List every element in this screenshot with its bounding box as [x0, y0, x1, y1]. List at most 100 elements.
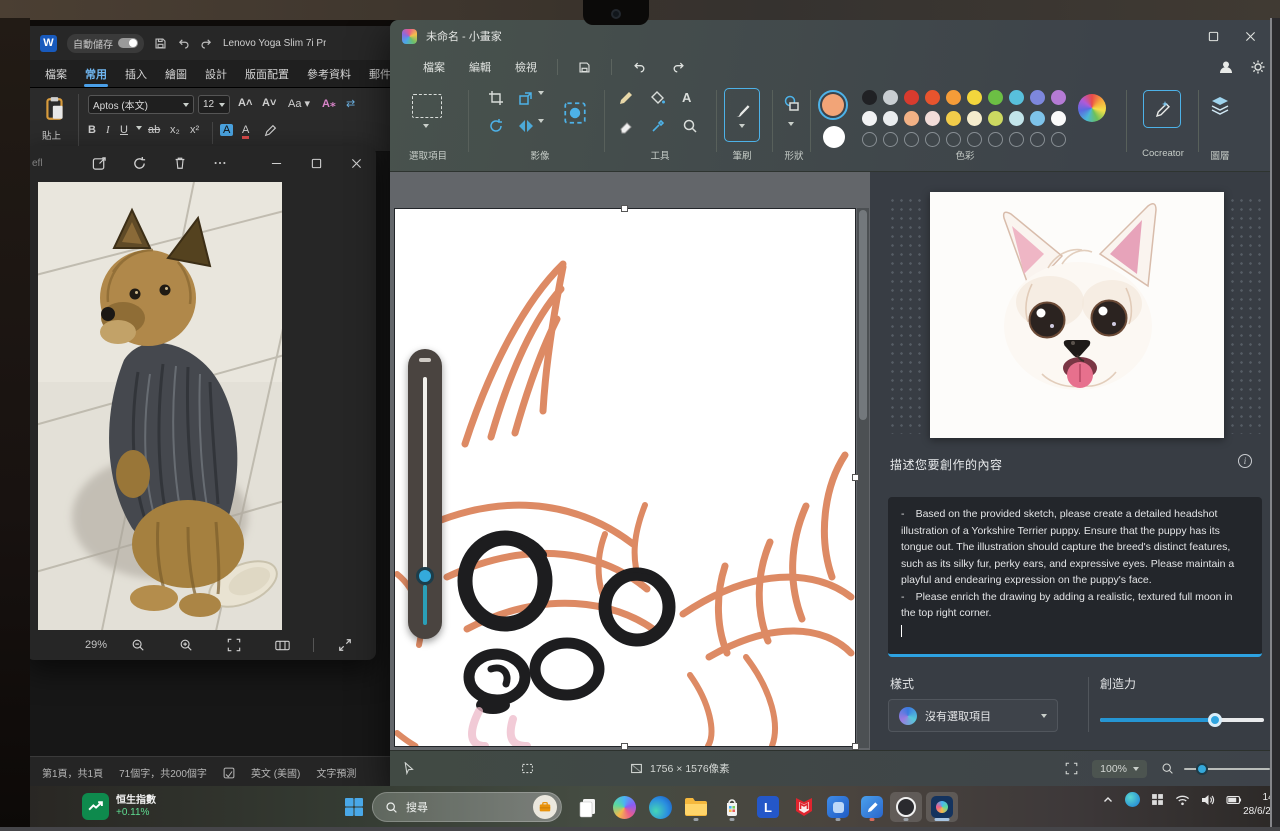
empty-color-slot[interactable]	[925, 132, 940, 147]
word-tab[interactable]: 版面配置	[236, 61, 298, 87]
zoom-out-icon[interactable]	[1161, 762, 1174, 775]
word-word-count[interactable]: 71個字，共200個字	[119, 765, 207, 780]
taskbar-app-photos[interactable]	[822, 792, 854, 822]
settings-gear-icon[interactable]	[1250, 59, 1266, 75]
superscript-icon[interactable]: x²	[190, 124, 199, 136]
color-swatch[interactable]	[883, 90, 898, 105]
italic-icon[interactable]: I	[106, 124, 110, 136]
word-text-predictions[interactable]: 文字預測	[316, 765, 356, 780]
empty-color-slot[interactable]	[1009, 132, 1024, 147]
text-tool-icon[interactable]: A	[682, 90, 691, 105]
filmstrip-icon[interactable]	[265, 632, 299, 658]
color-swatch[interactable]	[967, 111, 982, 126]
word-language[interactable]: 英文 (美國)	[251, 765, 300, 780]
autosave-switch-icon[interactable]	[118, 38, 138, 48]
color-swatch[interactable]	[1009, 90, 1024, 105]
close-icon[interactable]	[1245, 31, 1256, 42]
empty-color-slot[interactable]	[862, 132, 877, 147]
clear-format-icon[interactable]: A⁎	[322, 97, 336, 110]
selection-tool-icon[interactable]	[412, 94, 442, 118]
fullscreen-icon[interactable]	[328, 632, 362, 658]
taskbar-app-paint[interactable]	[856, 792, 888, 822]
paste-icon[interactable]	[44, 96, 66, 122]
cocreator-button[interactable]	[1143, 90, 1181, 128]
word-tab[interactable]: 常用	[76, 61, 116, 87]
shapes-chevron-icon[interactable]	[788, 126, 794, 144]
zoom-level-dropdown[interactable]: 100%	[1092, 760, 1147, 778]
tray-app-icon[interactable]	[1151, 793, 1164, 806]
word-tab[interactable]: 插入	[116, 61, 156, 87]
empty-color-slot[interactable]	[904, 132, 919, 147]
grow-font-icon[interactable]: A˄	[238, 97, 252, 109]
resize-icon[interactable]	[518, 90, 534, 106]
color-swatch[interactable]	[1009, 111, 1024, 126]
image-options-icon[interactable]	[562, 100, 588, 126]
maximize-icon[interactable]	[296, 150, 336, 176]
subscript-icon[interactable]: x₂	[170, 124, 180, 136]
paint-menu-item[interactable]: 編輯	[457, 55, 503, 79]
taskbar-app-mcafee[interactable]	[788, 792, 820, 822]
color-swatch[interactable]	[904, 90, 919, 105]
selected-color-swatch[interactable]	[818, 90, 848, 120]
empty-color-slot[interactable]	[1030, 132, 1045, 147]
edit-image-icon[interactable]	[83, 150, 117, 176]
shrink-font-icon[interactable]: A˅	[262, 97, 276, 109]
magnifier-tool-icon[interactable]	[682, 118, 698, 134]
word-tab[interactable]: 參考資料	[298, 61, 360, 87]
canvas-resize-handle-right[interactable]	[852, 474, 859, 481]
taskbar-app-snipping-tool[interactable]	[890, 792, 922, 822]
word-tab[interactable]: 繪圖	[156, 61, 196, 87]
word-tab[interactable]: 檔案	[36, 61, 76, 87]
edit-colors-icon[interactable]	[1078, 94, 1106, 122]
color-swatch[interactable]	[946, 90, 961, 105]
undo-icon[interactable]	[620, 56, 658, 78]
start-button[interactable]	[344, 797, 364, 817]
more-options-icon[interactable]	[203, 150, 237, 176]
color-swatch[interactable]	[883, 111, 898, 126]
zoom-slider-handle[interactable]	[1196, 763, 1208, 775]
change-case-icon[interactable]: Aa ▾	[288, 97, 310, 110]
zoom-in-icon[interactable]	[169, 632, 203, 658]
canvas-resize-handle-corner[interactable]	[852, 743, 859, 750]
photos-zoom-level[interactable]: 29%	[85, 639, 107, 651]
rotate-image-icon[interactable]	[123, 150, 157, 176]
slider-track-filled[interactable]	[423, 585, 427, 625]
battery-icon[interactable]	[1226, 795, 1242, 805]
empty-color-slot[interactable]	[946, 132, 961, 147]
selection-chevron-icon[interactable]	[423, 128, 429, 146]
slider-track[interactable]	[423, 377, 427, 569]
color-swatch[interactable]	[1051, 111, 1066, 126]
format-painter-icon[interactable]	[264, 124, 277, 137]
layers-icon[interactable]	[1208, 94, 1232, 118]
font-color-icon[interactable]: A	[242, 124, 249, 139]
autosave-toggle[interactable]: 自動儲存	[67, 34, 144, 53]
dog-photo[interactable]	[38, 182, 282, 630]
widgets-button[interactable]: 恒生指數 +0.11%	[82, 793, 156, 820]
color-swatch[interactable]	[988, 111, 1003, 126]
flip-chevron-icon[interactable]	[538, 123, 544, 141]
redo-icon[interactable]	[660, 56, 698, 78]
taskbar-app-file-explorer[interactable]	[680, 792, 712, 822]
empty-color-slot[interactable]	[883, 132, 898, 147]
rotate-icon[interactable]	[488, 118, 504, 134]
crop-icon[interactable]	[488, 90, 504, 106]
empty-color-slot[interactable]	[967, 132, 982, 147]
taskbar-app-copilot[interactable]	[608, 792, 640, 822]
color-swatch[interactable]	[1051, 90, 1066, 105]
paint-canvas[interactable]	[394, 208, 856, 747]
canvas-resize-handle-bottom[interactable]	[621, 743, 628, 750]
account-icon[interactable]	[1218, 59, 1234, 75]
undo-icon[interactable]	[177, 37, 190, 50]
style-dropdown[interactable]: 沒有選取項目	[888, 699, 1058, 732]
color-swatch[interactable]	[1030, 111, 1045, 126]
taskbar-app-store[interactable]	[716, 792, 748, 822]
font-name-select[interactable]: Aptos (本文)	[88, 95, 194, 114]
highlight-icon[interactable]: A	[220, 124, 233, 136]
translate-icon[interactable]: ⇄	[346, 97, 355, 110]
bold-icon[interactable]: B	[88, 124, 96, 136]
redo-icon[interactable]	[200, 37, 213, 50]
color-swatch[interactable]	[862, 111, 877, 126]
generated-image-preview[interactable]	[930, 192, 1224, 438]
fit-to-screen-icon[interactable]	[1065, 762, 1078, 775]
maximize-icon[interactable]	[1208, 31, 1219, 42]
